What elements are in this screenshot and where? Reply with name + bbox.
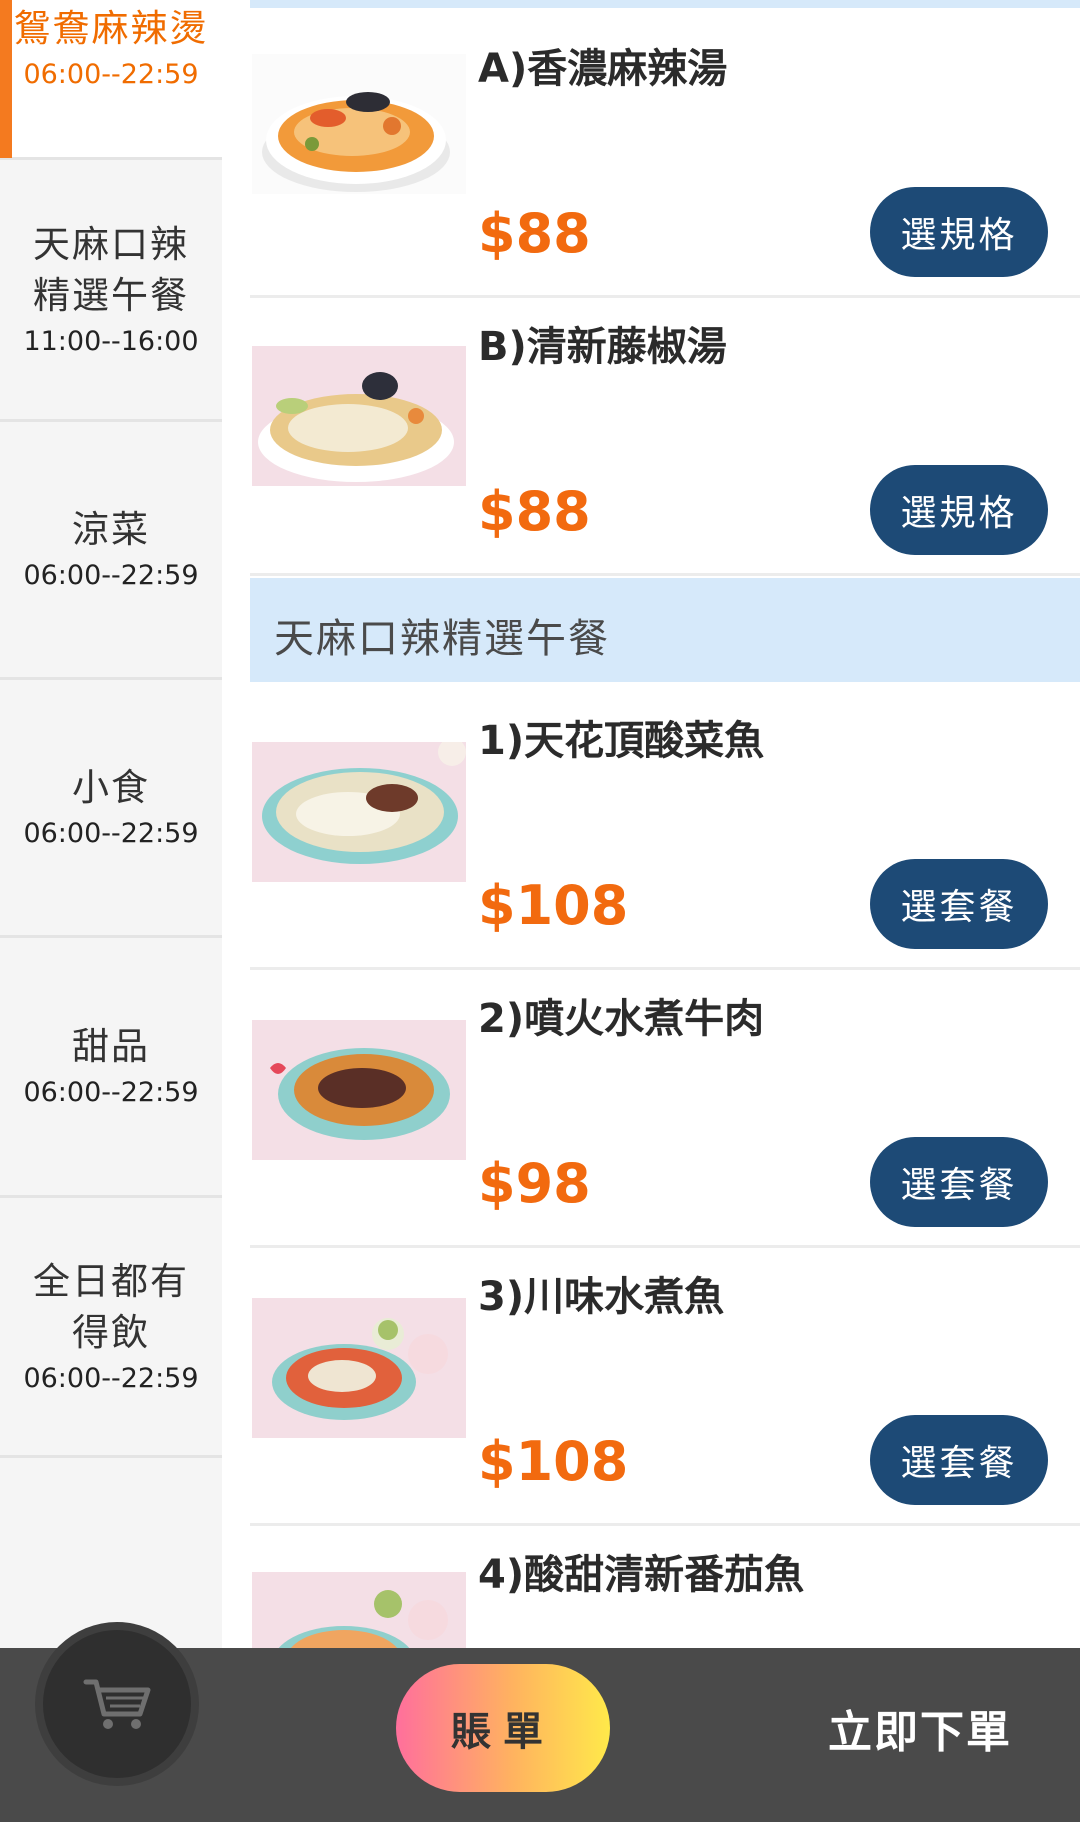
choose-set-button[interactable]: 選套餐 xyxy=(870,1137,1048,1227)
sidebar-item-time: 06:00--22:59 xyxy=(23,1362,199,1394)
sidebar-item-mala-tang[interactable]: 鴛鴦麻辣燙 06:00--22:59 xyxy=(0,0,222,160)
dish-price: $98 xyxy=(478,1152,591,1215)
sidebar-item-cold-dishes[interactable]: 涼菜 06:00--22:59 xyxy=(0,422,222,680)
menu-item: A)香濃麻辣湯 $88 選規格 xyxy=(250,20,1080,298)
dish-name: 2)噴火水煮牛肉 xyxy=(478,996,765,1042)
cart-button-inner xyxy=(43,1630,191,1778)
section-header: 天麻口辣精選午餐 xyxy=(250,578,1080,682)
dish-photo xyxy=(252,1020,466,1160)
choose-set-button[interactable]: 選套餐 xyxy=(870,859,1048,949)
app-root: 鴛鴦麻辣燙 06:00--22:59 天麻口辣精選午餐 11:00--16:00… xyxy=(0,0,1080,1822)
dish-photo xyxy=(252,1572,466,1648)
bill-button[interactable]: 賬單 xyxy=(396,1664,610,1792)
active-indicator xyxy=(0,0,12,158)
sidebar-item-drinks[interactable]: 全日都有得飲 06:00--22:59 xyxy=(0,1198,222,1458)
sidebar-item-label: 全日都有得飲 xyxy=(33,1259,189,1354)
menu-item: B)清新藤椒湯 $88 選規格 xyxy=(250,298,1080,576)
category-sidebar: 鴛鴦麻辣燙 06:00--22:59 天麻口辣精選午餐 11:00--16:00… xyxy=(0,0,222,1648)
sidebar-item-label: 鴛鴦麻辣燙 xyxy=(13,7,209,50)
section-title: 天麻口辣精選午餐 xyxy=(274,616,610,662)
sidebar-item-time: 06:00--22:59 xyxy=(23,818,199,849)
sidebar-item-label: 小食 xyxy=(72,766,150,809)
sidebar-item-lunch[interactable]: 天麻口辣精選午餐 11:00--16:00 xyxy=(0,160,222,422)
dish-price: $88 xyxy=(478,480,591,543)
cart-button[interactable] xyxy=(35,1622,199,1786)
menu-item: 2)噴火水煮牛肉 $98 選套餐 xyxy=(250,970,1080,1248)
dish-photo xyxy=(252,346,466,486)
dish-name: 4)酸甜清新番茄魚 xyxy=(478,1552,805,1598)
menu-list: A)香濃麻辣湯 $88 選規格 B)清新藤椒湯 $88 選規格 天麻口辣精選午餐… xyxy=(250,0,1080,1648)
shopping-cart-icon xyxy=(83,1679,151,1729)
dish-photo xyxy=(252,54,466,194)
place-order-button[interactable]: 立即下單 xyxy=(800,1690,1040,1766)
dish-price: $108 xyxy=(478,874,629,937)
dish-price: $88 xyxy=(478,202,591,265)
menu-item: 4)酸甜清新番茄魚 xyxy=(250,1526,1080,1648)
dish-name: A)香濃麻辣湯 xyxy=(478,46,728,92)
sidebar-item-time: 06:00--22:59 xyxy=(23,560,199,591)
dish-photo xyxy=(252,742,466,882)
dish-name: 1)天花頂酸菜魚 xyxy=(478,718,765,764)
sidebar-item-time: 06:00--22:59 xyxy=(23,59,199,90)
menu-item: 1)天花頂酸菜魚 $108 選套餐 xyxy=(250,692,1080,970)
sidebar-item-desserts[interactable]: 甜品 06:00--22:59 xyxy=(0,938,222,1198)
sidebar-item-time: 11:00--16:00 xyxy=(23,325,199,357)
dish-name: 3)川味水煮魚 xyxy=(478,1274,725,1320)
dish-price: $108 xyxy=(478,1430,629,1493)
sidebar-item-label: 天麻口辣精選午餐 xyxy=(33,222,189,317)
choose-spec-button[interactable]: 選規格 xyxy=(870,187,1048,277)
dish-name: B)清新藤椒湯 xyxy=(478,324,727,370)
section-header-edge xyxy=(250,0,1080,8)
dish-photo xyxy=(252,1298,466,1438)
sidebar-item-snacks[interactable]: 小食 06:00--22:59 xyxy=(0,680,222,938)
choose-set-button[interactable]: 選套餐 xyxy=(870,1415,1048,1505)
sidebar-item-label: 涼菜 xyxy=(72,508,150,551)
sidebar-item-time: 06:00--22:59 xyxy=(23,1077,199,1108)
sidebar-item-label: 甜品 xyxy=(72,1025,150,1068)
menu-item: 3)川味水煮魚 $108 選套餐 xyxy=(250,1248,1080,1526)
choose-spec-button[interactable]: 選規格 xyxy=(870,465,1048,555)
